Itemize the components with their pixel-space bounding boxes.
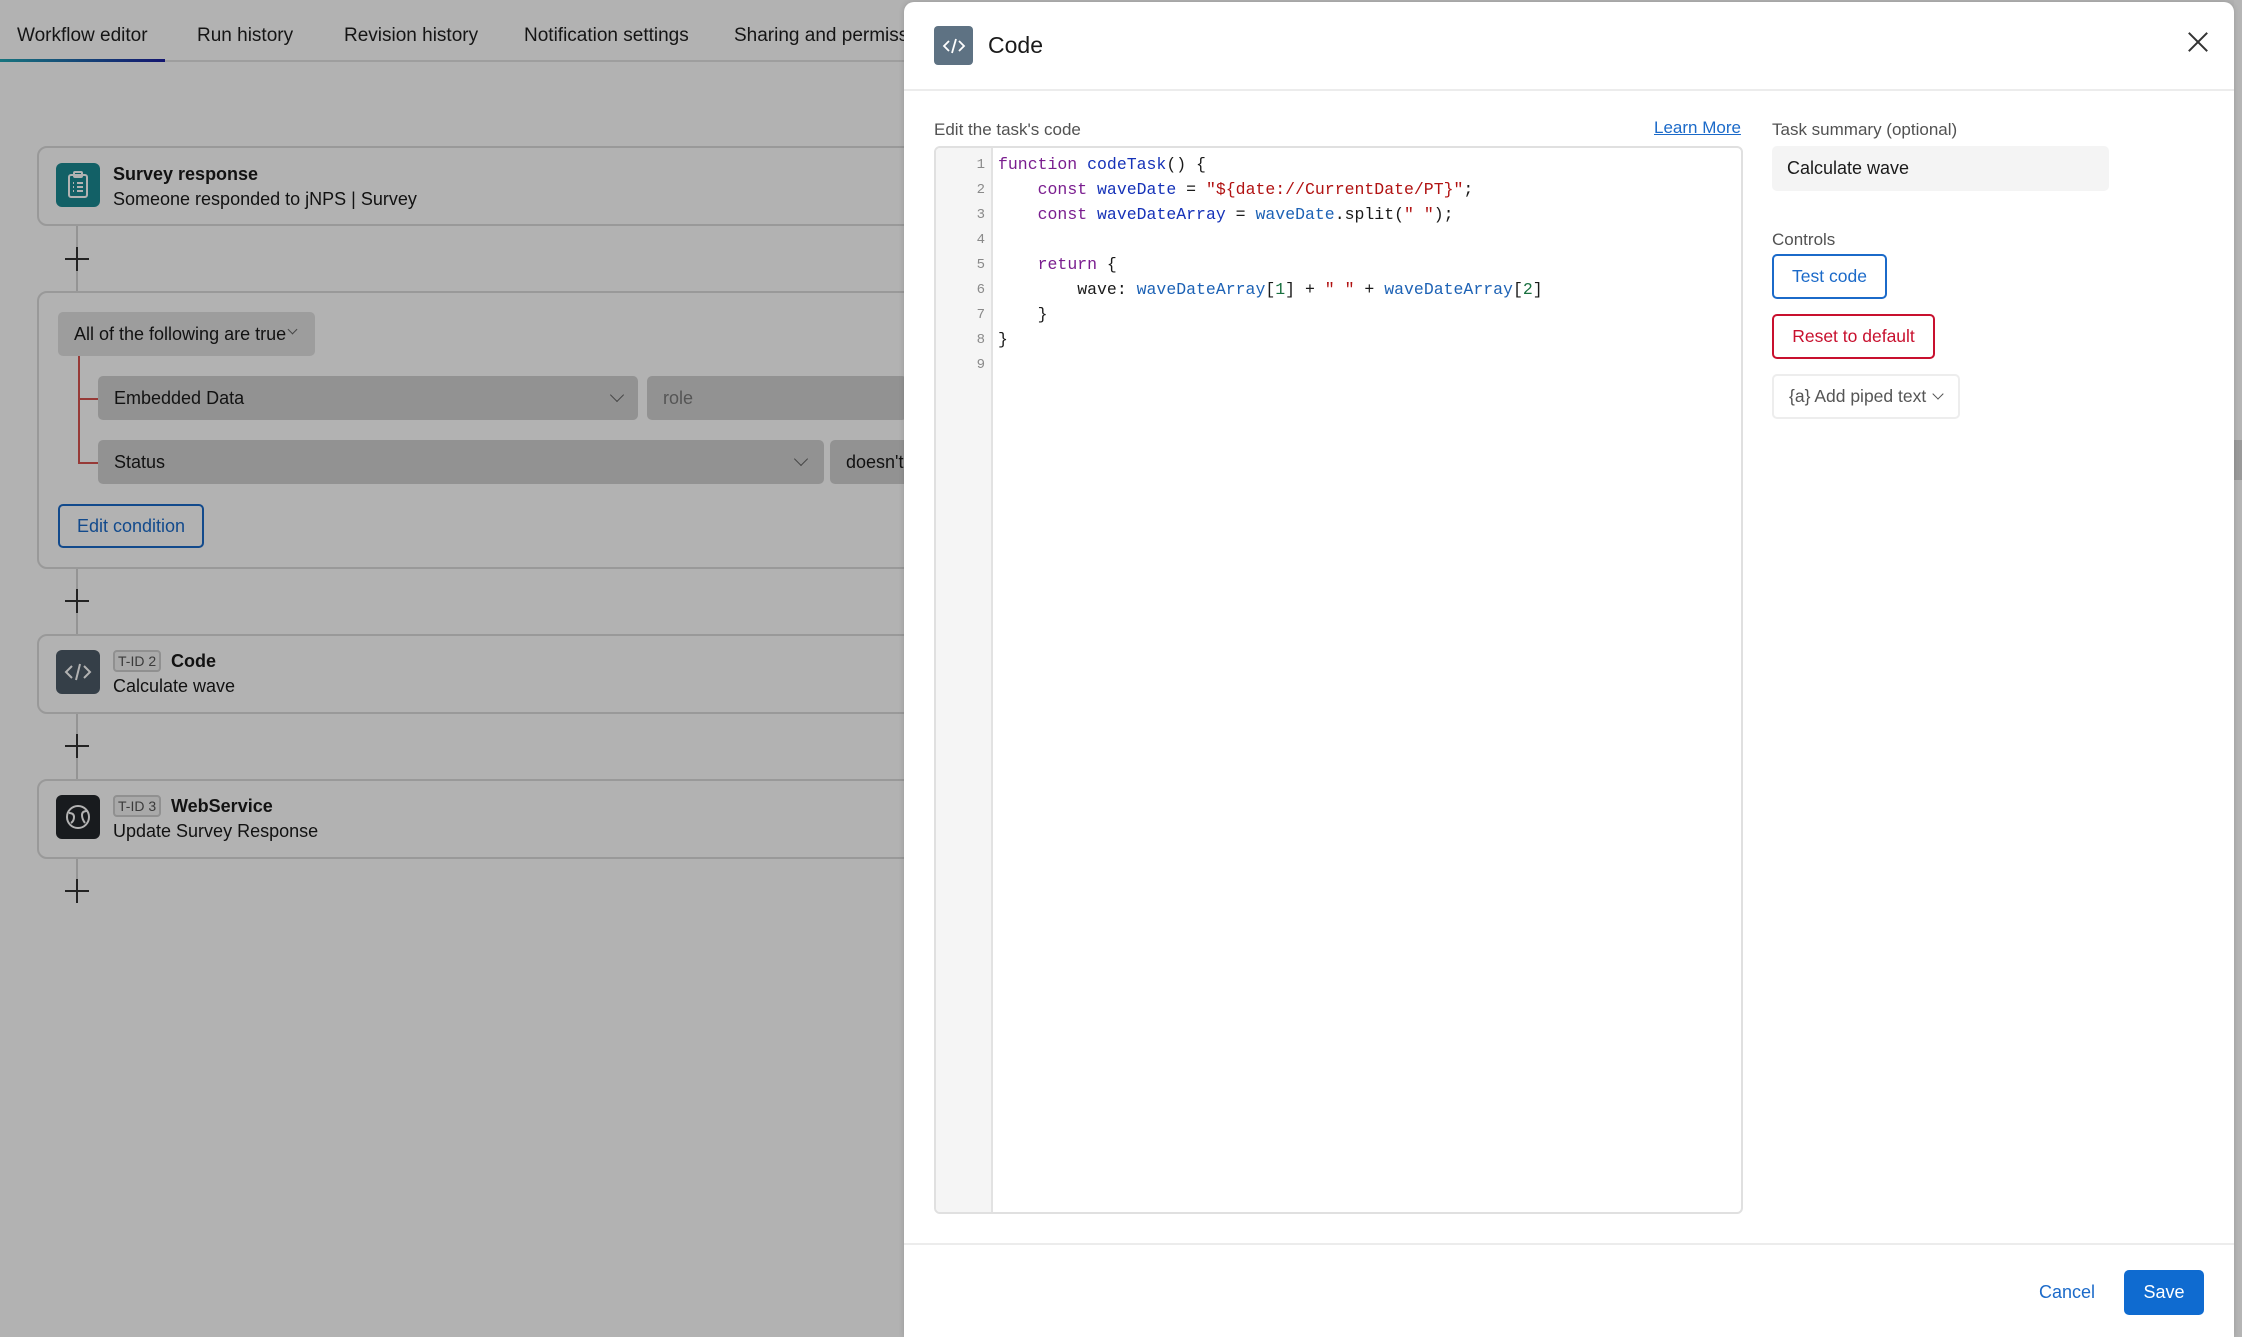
- add-piped-text-dropdown[interactable]: {a} Add piped text: [1772, 374, 1960, 419]
- dialog-footer-divider: [904, 1243, 2234, 1245]
- piped-text-label: {a} Add piped text: [1789, 386, 1927, 406]
- line-number: 2: [976, 182, 985, 198]
- code-line[interactable]: wave: waveDateArray[1] + " " + waveDateA…: [998, 280, 1542, 299]
- scrollbar-thumb[interactable]: [2234, 440, 2242, 480]
- save-button[interactable]: Save: [2124, 1270, 2204, 1315]
- page-scrollbar[interactable]: [2234, 0, 2242, 1337]
- test-code-button[interactable]: Test code: [1772, 254, 1887, 299]
- code-line[interactable]: function codeTask() {: [998, 155, 1206, 174]
- code-line[interactable]: const waveDate = "${date://CurrentDate/P…: [998, 180, 1474, 199]
- cancel-button[interactable]: Cancel: [2039, 1282, 2095, 1303]
- line-number: 9: [976, 357, 985, 373]
- line-number: 1: [976, 157, 985, 173]
- code-icon: [934, 26, 973, 65]
- dialog-title: Code: [988, 32, 1043, 58]
- line-number: 4: [976, 232, 985, 248]
- code-line[interactable]: return {: [998, 255, 1117, 274]
- line-number: 7: [976, 307, 985, 323]
- dialog-header: Code: [904, 2, 2234, 91]
- code-editor[interactable]: 1 2 3 4 5 6 7 8 9 function codeTask() { …: [934, 146, 1743, 1214]
- line-number-gutter: 1 2 3 4 5 6 7 8 9: [936, 148, 993, 1212]
- reset-to-default-button[interactable]: Reset to default: [1772, 314, 1935, 359]
- code-task-dialog: Code Edit the task's code Learn More 1 2…: [904, 2, 2234, 1337]
- chevron-down-icon: [1932, 388, 1944, 400]
- code-line[interactable]: }: [998, 305, 1048, 324]
- code-line[interactable]: }: [998, 330, 1008, 349]
- line-number: 5: [976, 257, 985, 273]
- controls-label: Controls: [1772, 230, 1836, 249]
- task-summary-input[interactable]: [1772, 146, 2109, 191]
- code-line[interactable]: const waveDateArray = waveDate.split(" "…: [998, 205, 1454, 224]
- learn-more-link[interactable]: Learn More: [1654, 118, 1741, 138]
- line-number: 8: [976, 332, 985, 348]
- line-number: 6: [976, 282, 985, 298]
- line-number: 3: [976, 207, 985, 223]
- close-icon[interactable]: [2187, 31, 2209, 53]
- summary-label: Task summary (optional): [1772, 120, 1958, 139]
- editor-label: Edit the task's code: [934, 120, 1081, 139]
